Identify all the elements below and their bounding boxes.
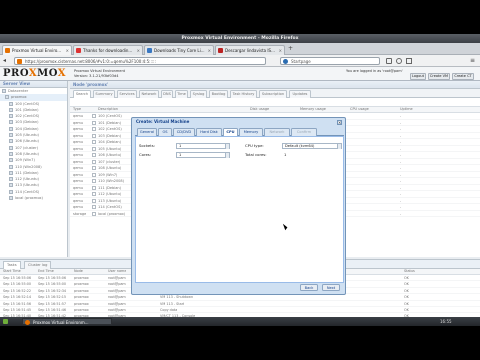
back-arrow-icon[interactable]: ◂ xyxy=(3,57,6,65)
back-button[interactable]: Back xyxy=(300,284,318,291)
window-titlebar: Proxmox Virtual Environment - Mozilla Fi… xyxy=(0,34,480,43)
downloads-icon[interactable] xyxy=(396,58,402,64)
proxmox-favicon-icon xyxy=(5,48,10,53)
tinycore-favicon-icon xyxy=(147,48,152,53)
browser-tab-label: Downloads Tiny Core Li... xyxy=(154,48,205,53)
taskbar-button-label: Proxmox Virtual Environm... xyxy=(33,320,89,325)
tab-memory[interactable]: Memory xyxy=(239,128,263,136)
close-tab-icon[interactable]: × xyxy=(66,46,69,55)
site-identity-icon xyxy=(17,59,22,64)
dialog-title: Create: Virtual Machine xyxy=(136,119,190,124)
browser-nav-bar: ◂ https://proxmox.cisternas.net:8006/#v1… xyxy=(0,55,480,67)
os-taskbar: Proxmox Virtual Environm... 16:55 xyxy=(0,317,480,326)
tab-network[interactable]: Network xyxy=(264,128,290,136)
create-ct-button[interactable]: Create CT xyxy=(452,73,474,80)
browser-tab-proxmox[interactable]: Proxmox Virtual Enviro... × xyxy=(2,45,72,55)
next-button[interactable]: Next xyxy=(322,284,340,291)
descargar-favicon-icon xyxy=(218,48,223,53)
window-title: Proxmox Virtual Environment - Mozilla Fi… xyxy=(181,36,299,41)
tab-confirm[interactable]: Confirm xyxy=(291,128,317,136)
taskbar-firefox-button[interactable]: Proxmox Virtual Environm... xyxy=(22,318,112,325)
create-vm-dialog: Create: Virtual Machine × General OS CD/DV… xyxy=(131,117,346,295)
close-tab-icon[interactable]: × xyxy=(279,46,282,55)
cpu-type-value: Default (kvm64) xyxy=(285,144,315,148)
browser-tab-label: Proxmox Virtual Enviro... xyxy=(12,48,62,53)
close-tab-icon[interactable]: × xyxy=(208,46,211,55)
close-tab-icon[interactable]: × xyxy=(137,46,140,55)
start-menu-icon[interactable] xyxy=(3,319,8,324)
total-cores-label: Total cores: xyxy=(245,152,267,157)
dialog-tabs: General OS CD/DVD Hard Disk CPU Memory Network… xyxy=(135,127,344,136)
browser-tab-tinycore[interactable]: Downloads Tiny Core Li... × xyxy=(144,45,214,55)
bookmarks-icon[interactable] xyxy=(386,58,392,64)
browser-tab-descargar[interactable]: Descargar lindavista IS... × xyxy=(215,45,285,55)
tab-cd-dvd[interactable]: CD/DVD xyxy=(173,128,195,136)
login-message: You are logged in as 'root@pam' xyxy=(346,69,403,73)
home-icon[interactable] xyxy=(406,58,412,64)
download-favicon-icon xyxy=(76,48,81,53)
browser-tab-label: Thanks for downloadin... xyxy=(83,48,133,53)
total-cores-value: 1 xyxy=(284,152,287,157)
search-engine-icon xyxy=(283,59,288,64)
spinner-icon[interactable] xyxy=(225,144,229,149)
search-bar[interactable]: Startpage xyxy=(280,57,380,65)
proxmox-logo: PROXMOX xyxy=(3,68,67,79)
firefox-icon xyxy=(25,320,30,325)
tab-cpu[interactable]: CPU xyxy=(223,128,238,136)
tab-hard-disk[interactable]: Hard Disk xyxy=(196,128,222,136)
logout-button[interactable]: Logout xyxy=(410,73,426,80)
new-tab-icon[interactable]: + xyxy=(288,45,293,53)
spinner-icon[interactable] xyxy=(225,153,229,158)
sockets-label: Sockets: xyxy=(139,143,155,148)
sockets-field[interactable]: 1 xyxy=(176,143,230,149)
version-line-1: Proxmox Virtual Environment xyxy=(74,69,126,73)
tab-general[interactable]: General xyxy=(137,128,157,136)
browser-tab-download[interactable]: Thanks for downloadin... × xyxy=(73,45,143,55)
version-line-2: Version: 3.1-21/93bf03d4 xyxy=(74,73,119,78)
clock: 16:55 xyxy=(440,319,452,324)
search-placeholder: Startpage xyxy=(291,59,311,64)
desktop-screen: Proxmox Virtual Environment - Mozilla Fi… xyxy=(0,34,480,326)
browser-tab-label: Descargar lindavista IS... xyxy=(225,48,275,53)
url-bar[interactable]: https://proxmox.cisternas.net:8006/#v1:0… xyxy=(14,57,266,65)
close-icon[interactable]: × xyxy=(337,119,342,125)
url-text: https://proxmox.cisternas.net:8006/#v1:0… xyxy=(25,59,156,64)
version-info: Proxmox Virtual Environment Version: 3.1… xyxy=(74,69,125,78)
sockets-value: 1 xyxy=(179,144,182,148)
chevron-down-icon[interactable] xyxy=(337,144,341,149)
cores-value: 1 xyxy=(179,153,182,157)
pve-header: PROXMOX Proxmox Virtual Environment Vers… xyxy=(0,67,480,81)
cpu-type-label: CPU type: xyxy=(245,143,264,148)
cpu-type-select[interactable]: Default (kvm64) xyxy=(282,143,342,149)
cores-label: Cores: xyxy=(139,152,152,157)
create-vm-button[interactable]: Create VM xyxy=(428,73,450,80)
browser-tab-bar: Proxmox Virtual Enviro... × Thanks for d… xyxy=(0,43,480,55)
tab-os[interactable]: OS xyxy=(158,128,172,136)
cores-field[interactable]: 1 xyxy=(176,152,230,158)
menu-icon[interactable]: ≡ xyxy=(470,57,475,65)
cpu-form: Sockets: 1 Cores: 1 CPU type: Default (k… xyxy=(135,136,344,283)
